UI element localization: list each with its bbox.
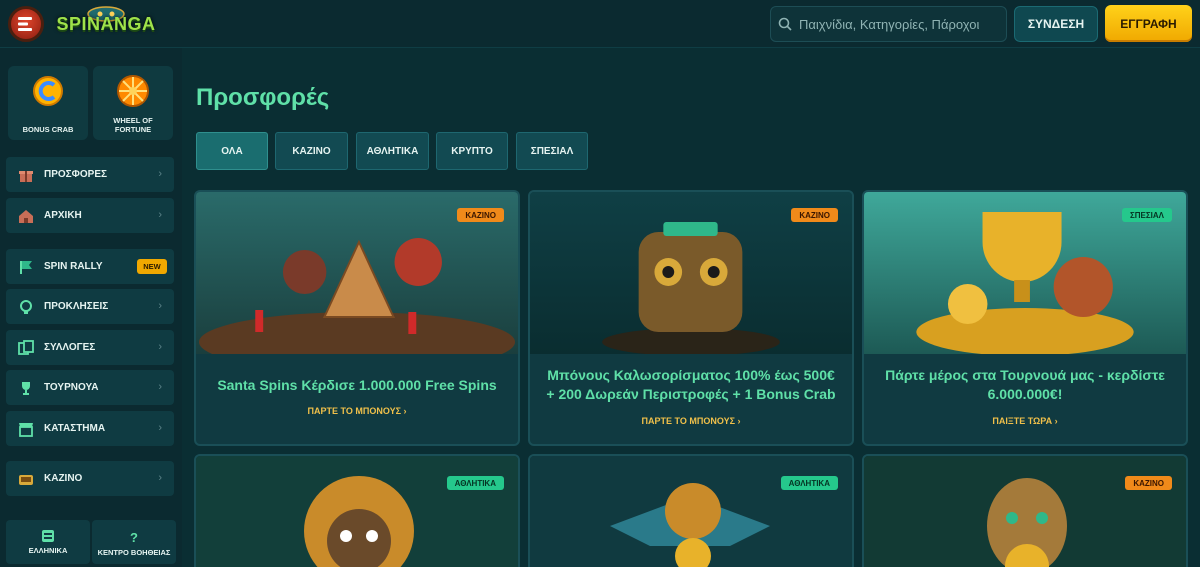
login-button[interactable]: ΣΥΝΔΕΣΗ	[1014, 6, 1098, 42]
promo-image	[864, 456, 1186, 567]
language-button[interactable]: ΕΛΛΗΝΙΚΑ	[6, 520, 90, 564]
collections-icon	[18, 339, 34, 356]
sidebar-item-home[interactable]: ΑΡΧΙΚΗ ›	[6, 198, 174, 233]
language-icon	[42, 530, 54, 542]
category-tag: ΚΑΖΙΝΟ	[791, 208, 838, 222]
sidebar-item-casino[interactable]: ΚΑΖΙΝΟ ›	[6, 461, 174, 496]
menu-toggle-button[interactable]	[8, 6, 44, 42]
promo-card[interactable]: ΚΑΖΙΝΟ	[862, 454, 1188, 567]
sidebar-item-label: ΚΑΖΙΝΟ	[44, 473, 83, 484]
claim-bonus-link[interactable]: ΠΑΡΤΕ ΤΟ ΜΠΟΝΟΥΣ ›	[196, 406, 518, 416]
top-bar: SPINANGA ΣΥΝΔΕΣΗ ΕΓΓΡΑΦΗ	[0, 0, 1200, 48]
help-center-label: ΚΕΝΤΡΟ ΒΟΗΘΕΙΑΣ	[97, 548, 171, 557]
filter-special[interactable]: ΣΠΕΣΙΑΛ	[516, 132, 588, 170]
play-now-link[interactable]: ΠΑΙΞΤΕ ΤΩΡΑ ›	[864, 416, 1186, 426]
chevron-right-icon: ›	[158, 341, 162, 353]
chevron-right-icon: ›	[158, 168, 162, 180]
chevron-right-icon: ›	[158, 209, 162, 221]
sidebar-item-collections[interactable]: ΣΥΛΛΟΓΕΣ ›	[6, 330, 174, 365]
promo-title: Μπόνους Καλωσορίσματος 100% έως 500€ + 2…	[546, 367, 836, 402]
category-tag: ΚΑΖΙΝΟ	[1125, 476, 1172, 490]
help-icon: ?	[130, 530, 138, 545]
sidebar-item-label: ΠΡΟΚΛΗΣΕΙΣ	[44, 301, 109, 312]
menu-icon	[18, 17, 32, 31]
promo-image	[196, 456, 518, 567]
category-tag: ΑΘΛΗΤΙΚΑ	[446, 476, 504, 490]
language-label: ΕΛΛΗΝΙΚΑ	[28, 546, 68, 555]
filter-crypto[interactable]: ΚΡΥΠΤΟ	[436, 132, 508, 170]
sidebar-item-label: ΚΑΤΑΣΤΗΜΑ	[44, 423, 106, 434]
sidebar-item-spin-rally[interactable]: SPIN RALLY NEW	[6, 249, 174, 284]
promo-card[interactable]: ΚΑΖΙΝΟ Santa Spins Κέρδισε 1.000.000 Fre…	[194, 190, 520, 446]
gift-icon	[18, 167, 34, 183]
promo-card[interactable]: ΑΘΛΗΤΙΚΑ	[528, 454, 854, 567]
sidebar-item-store[interactable]: ΚΑΤΑΣΤΗΜΑ ›	[6, 411, 174, 446]
category-tag: ΚΑΖΙΝΟ	[457, 208, 504, 222]
claim-bonus-link[interactable]: ΠΑΡΤΕ ΤΟ ΜΠΟΝΟΥΣ ›	[530, 416, 852, 426]
slot-icon	[18, 471, 34, 487]
filter-casino[interactable]: ΚΑΖΙΝΟ	[275, 132, 348, 170]
challenge-icon	[18, 299, 34, 315]
wheel-of-fortune-label: WHEEL OF FORTUNE	[113, 116, 153, 134]
chevron-right-icon: ›	[158, 472, 162, 484]
page-title: Προσφορές	[196, 84, 330, 111]
chevron-right-icon: ›	[158, 300, 162, 312]
filter-all[interactable]: ΟΛΑ	[196, 132, 268, 170]
search-icon	[771, 6, 799, 42]
bonus-crab-tile[interactable]: BONUS CRAB	[8, 66, 88, 140]
home-icon	[18, 208, 34, 224]
sidebar-item-label: ΑΡΧΙΚΗ	[44, 210, 82, 221]
search-input[interactable]	[799, 16, 999, 32]
promo-title: Πάρτε μέρος στα Τουρνουά μας - κερδίστε …	[885, 367, 1165, 402]
search-box[interactable]	[770, 6, 1007, 42]
sidebar-item-challenges[interactable]: ΠΡΟΚΛΗΣΕΙΣ ›	[6, 289, 174, 324]
sidebar-item-offers[interactable]: ΠΡΟΣΦΟΡΕΣ ›	[6, 157, 174, 192]
sidebar-item-tournaments[interactable]: ΤΟΥΡΝΟΥΑ ›	[6, 370, 174, 405]
filter-sports[interactable]: ΑΘΛΗΤΙΚΑ	[356, 132, 429, 170]
category-tag: ΑΘΛΗΤΙΚΑ	[780, 476, 838, 490]
help-center-button[interactable]: ? ΚΕΝΤΡΟ ΒΟΗΘΕΙΑΣ	[92, 520, 176, 564]
logo-text: SPINANGA	[56, 14, 156, 34]
promo-title: Santa Spins Κέρδισε 1.000.000 Free Spins	[217, 377, 497, 393]
promo-card[interactable]: ΣΠΕΣΙΑΛ Πάρτε μέρος στα Τουρνουά μας - κ…	[862, 190, 1188, 446]
register-button[interactable]: ΕΓΓΡΑΦΗ	[1105, 5, 1192, 42]
wheel-of-fortune-tile[interactable]: WHEEL OF FORTUNE	[93, 66, 173, 140]
crab-coin-icon	[33, 76, 63, 106]
trophy-icon	[18, 380, 34, 396]
flag-icon	[18, 259, 34, 275]
sidebar-item-label: ΤΟΥΡΝΟΥΑ	[44, 382, 99, 393]
chevron-right-icon: ›	[158, 422, 162, 434]
category-tag: ΣΠΕΣΙΑΛ	[1121, 208, 1172, 222]
logo[interactable]: SPINANGA	[56, 4, 156, 44]
sidebar-item-label: ΣΥΛΛΟΓΕΣ	[44, 342, 96, 353]
new-badge: NEW	[137, 259, 167, 274]
wheel-icon	[117, 75, 149, 107]
sidebar-item-label: SPIN RALLY	[44, 261, 103, 272]
chevron-right-icon: ›	[158, 381, 162, 393]
store-icon	[18, 421, 34, 437]
promo-card[interactable]: ΑΘΛΗΤΙΚΑ	[194, 454, 520, 567]
bonus-crab-label: BONUS CRAB	[22, 125, 74, 134]
sidebar-item-label: ΠΡΟΣΦΟΡΕΣ	[44, 169, 107, 180]
promo-card[interactable]: ΚΑΖΙΝΟ Μπόνους Καλωσορίσματος 100% έως 5…	[528, 190, 854, 446]
promo-image	[530, 456, 852, 567]
